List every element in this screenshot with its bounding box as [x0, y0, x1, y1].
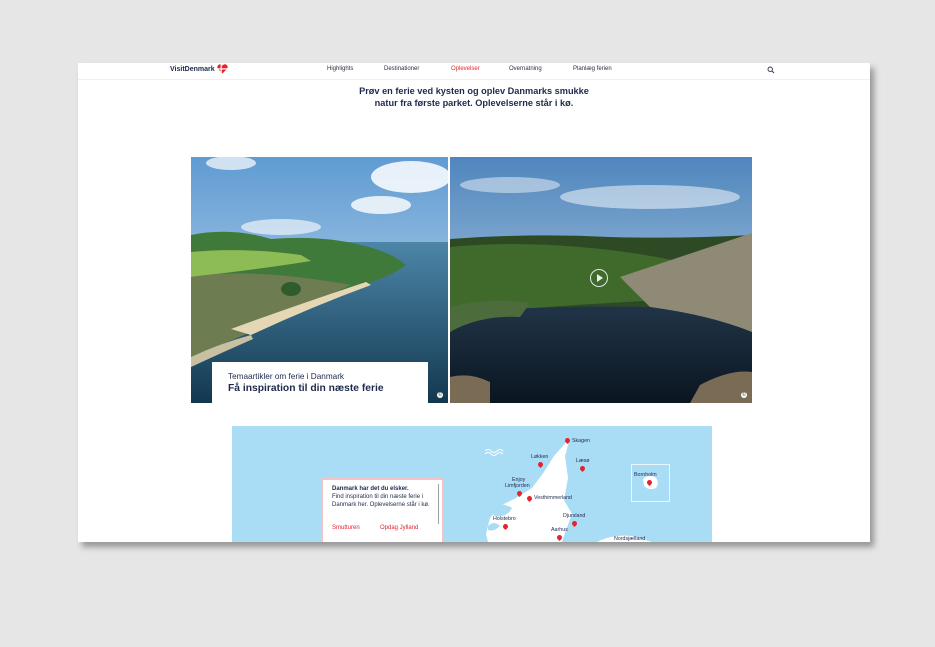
label-limfjorden[interactable]: Limfjorden: [505, 483, 530, 489]
nav-destinationer[interactable]: Destinationer: [384, 66, 419, 72]
coast-article-card[interactable]: Temaartikler om ferie i Danmark Få inspi…: [191, 157, 448, 403]
intro-line-2: natur fra første parket. Oplevelserne st…: [374, 98, 574, 108]
article-caption[interactable]: Temaartikler om ferie i Danmark Få inspi…: [212, 362, 428, 403]
play-icon[interactable]: [590, 269, 608, 287]
label-laesoe[interactable]: Læsø: [576, 458, 590, 464]
smutturen-link[interactable]: Smutturen: [332, 525, 360, 531]
intro-text: Prøv en ferie ved kysten og oplev Danmar…: [328, 85, 620, 109]
label-djursland[interactable]: Djursland: [563, 513, 585, 519]
visitdenmark-logo[interactable]: VisitDenmark: [170, 64, 228, 74]
intro-line-1: Prøv en ferie ved kysten og oplev Danmar…: [359, 86, 589, 96]
search-icon[interactable]: [767, 66, 775, 74]
caption-title[interactable]: Få inspiration til din næste ferie: [228, 383, 384, 394]
label-nordsjaelland[interactable]: Nordsjælland: [614, 536, 645, 542]
nav-overnatning[interactable]: Overnatning: [509, 66, 542, 72]
nav-highlights[interactable]: Highlights: [327, 66, 353, 72]
logo-text: VisitDenmark: [170, 65, 215, 73]
label-aarhus[interactable]: Aarhus: [551, 527, 568, 533]
caption-subtitle: Temaartikler om ferie i Danmark: [228, 372, 345, 381]
nav-oplevelser[interactable]: Oplevelser: [451, 66, 480, 72]
copyright-icon[interactable]: ©: [437, 392, 443, 398]
nav-planlaeg-ferien[interactable]: Planlæg ferien: [573, 66, 612, 72]
info-title: Danmark har det du elsker.: [332, 486, 409, 492]
lake-video-card[interactable]: ©: [450, 157, 752, 403]
label-loekken[interactable]: Løkken: [531, 454, 548, 460]
copyright-icon[interactable]: ©: [741, 392, 747, 398]
top-navigation: VisitDenmark Highlights Destinationer Op…: [78, 63, 870, 80]
label-holstebro[interactable]: Holstebro: [493, 516, 516, 522]
denmark-map[interactable]: Skagen Løkken Læsø Enjoy Limfjorden Vest…: [232, 426, 712, 542]
label-bornholm[interactable]: Bornholm: [634, 472, 657, 478]
opdag-jylland-link[interactable]: Opdag Jylland: [380, 525, 418, 531]
label-skagen[interactable]: Skagen: [572, 438, 590, 444]
browser-page: VisitDenmark Highlights Destinationer Op…: [78, 63, 870, 542]
info-text: Find inspiration til din næste ferie i D…: [332, 494, 430, 508]
label-vesthimmerland[interactable]: Vesthimmerland: [534, 495, 572, 501]
heart-flag-icon: [216, 64, 228, 74]
map-info-panel: Danmark har det du elsker. Find inspirat…: [321, 478, 444, 542]
info-scrollbar[interactable]: [437, 484, 439, 524]
